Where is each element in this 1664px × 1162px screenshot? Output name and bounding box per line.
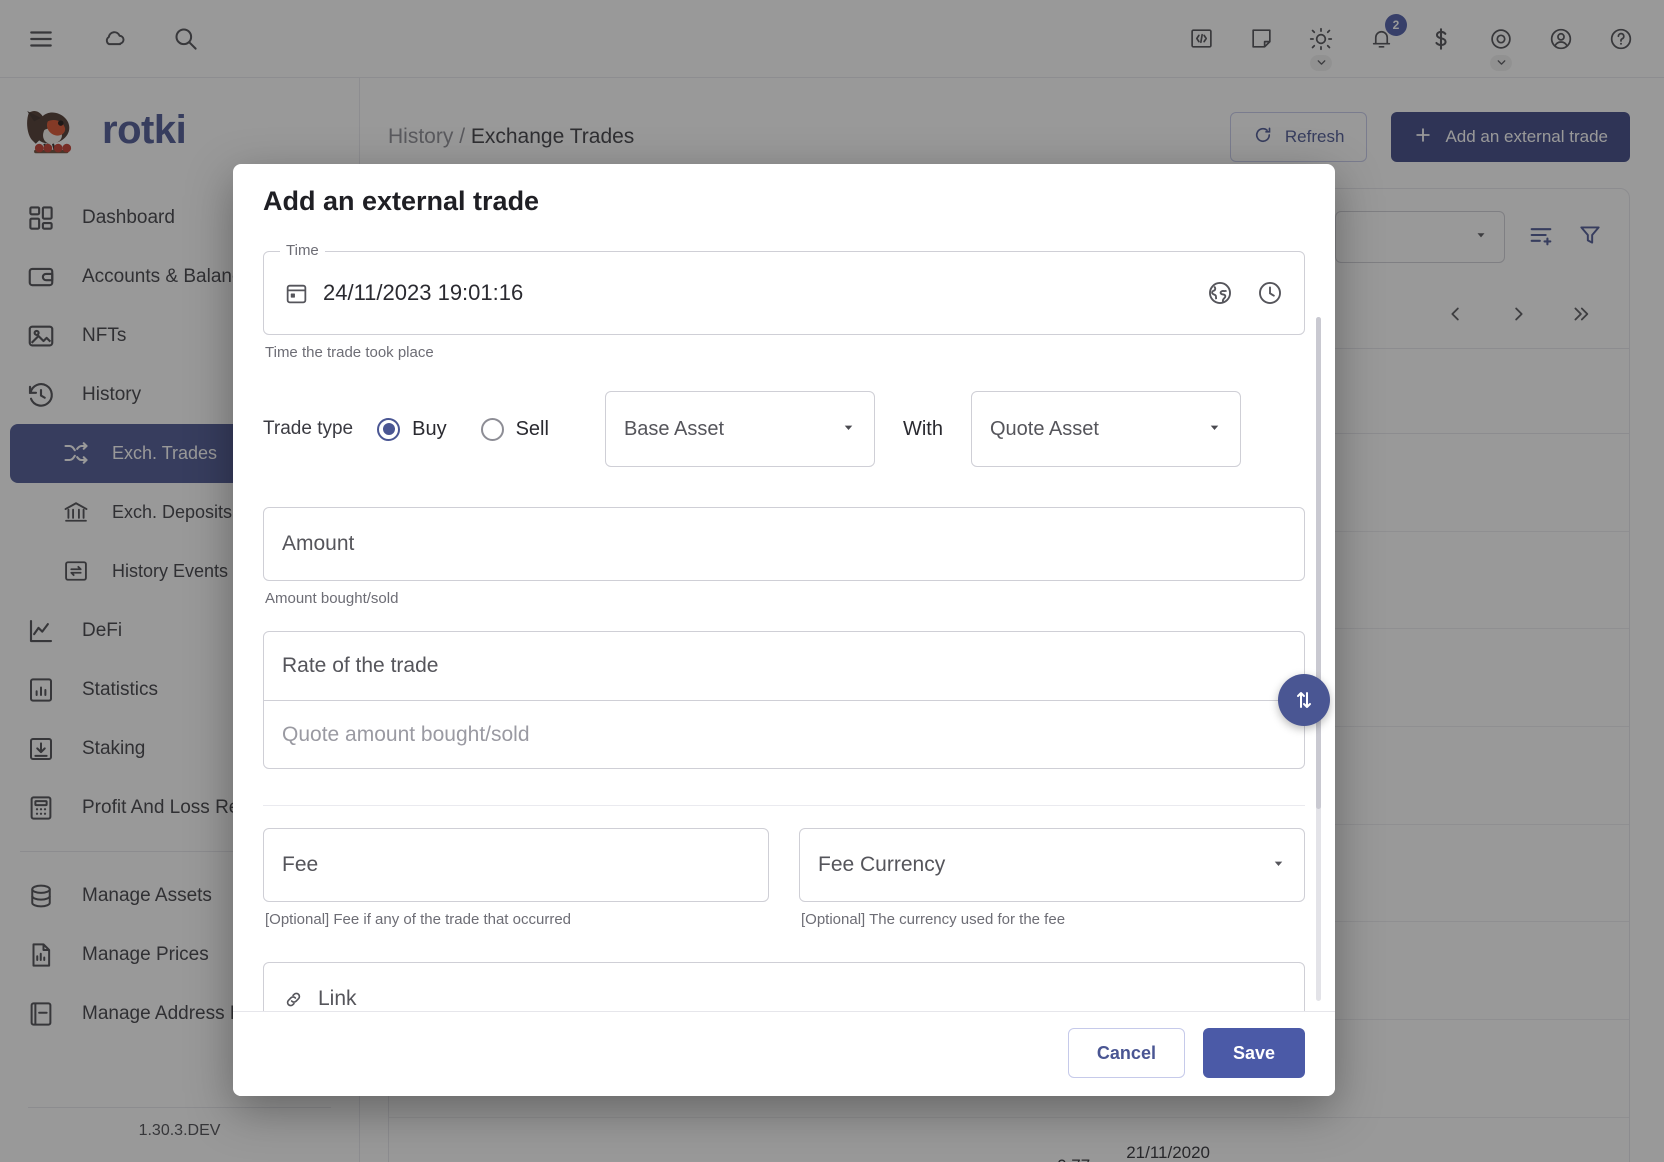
fee-column: Fee [Optional] Fee if any of the trade t… xyxy=(263,828,769,928)
rate-input[interactable]: Rate of the trade xyxy=(264,632,1304,700)
trade-type-row: Trade type Buy Sell Base Asset With Quot… xyxy=(263,391,1305,467)
time-field-label: Time xyxy=(280,242,325,259)
chevron-down-icon xyxy=(1271,853,1286,877)
time-field-actions xyxy=(1206,279,1284,307)
rate-placeholder: Rate of the trade xyxy=(282,654,439,677)
amount-placeholder: Amount xyxy=(282,532,355,555)
dialog-scrollbar[interactable] xyxy=(1316,317,1321,1001)
amount-hint: Amount bought/sold xyxy=(265,590,399,607)
fee-currency-placeholder: Fee Currency xyxy=(818,853,946,876)
fee-hint: [Optional] Fee if any of the trade that … xyxy=(265,911,572,928)
base-asset-select[interactable]: Base Asset xyxy=(604,391,875,467)
cancel-button[interactable]: Cancel xyxy=(1067,1028,1185,1078)
quote-asset-select[interactable]: Quote Asset xyxy=(970,391,1241,467)
buy-label: Buy xyxy=(412,417,447,440)
dialog-title: Add an external trade xyxy=(263,186,540,216)
dialog-body: Time 24/11/2023 19:01:16 Time the trade … xyxy=(233,225,1335,1011)
chevron-down-icon xyxy=(841,418,856,441)
fee-currency-column: Fee Currency [Optional] The currency use… xyxy=(799,828,1305,928)
calendar-icon xyxy=(284,281,309,306)
section-divider xyxy=(263,805,1305,806)
rate-quote-group: Rate of the trade Quote amount bought/so… xyxy=(263,631,1330,769)
save-button[interactable]: Save xyxy=(1202,1028,1305,1078)
fee-placeholder: Fee xyxy=(282,853,319,876)
quote-amount-input[interactable]: Quote amount bought/sold xyxy=(264,700,1304,768)
with-label: With xyxy=(902,417,943,440)
trade-type-sell-radio[interactable]: Sell xyxy=(480,417,549,441)
sell-label: Sell xyxy=(515,417,549,440)
quote-amount-placeholder: Quote amount bought/sold xyxy=(282,722,530,746)
link-icon xyxy=(282,988,305,1011)
trade-type-buy-radio[interactable]: Buy xyxy=(377,417,447,441)
app-root: 2 rotki Dashboard Accounts & Balanc NFTs… xyxy=(0,0,1664,1162)
fee-row: Fee [Optional] Fee if any of the trade t… xyxy=(263,828,1305,928)
fee-currency-hint: [Optional] The currency used for the fee xyxy=(801,911,1066,928)
radio-selected-icon xyxy=(377,417,401,441)
time-field[interactable]: Time 24/11/2023 19:01:16 xyxy=(263,242,1305,335)
radio-unselected-icon xyxy=(480,417,504,441)
time-value[interactable]: 24/11/2023 19:01:16 xyxy=(323,280,523,306)
add-external-trade-dialog: Add an external trade Time 24/11/2023 19… xyxy=(233,164,1335,1096)
fee-input[interactable]: Fee xyxy=(263,828,769,902)
quote-asset-placeholder: Quote Asset xyxy=(989,417,1099,440)
chevron-down-icon xyxy=(1207,418,1222,441)
time-field-hint: Time the trade took place xyxy=(265,344,434,361)
base-asset-placeholder: Base Asset xyxy=(623,417,725,440)
fee-currency-select[interactable]: Fee Currency xyxy=(799,828,1305,902)
link-input[interactable]: Link xyxy=(263,962,1305,1011)
globe-timezone-icon[interactable] xyxy=(1206,279,1234,307)
swap-vertical-icon[interactable] xyxy=(1278,674,1330,726)
clock-icon[interactable] xyxy=(1256,279,1284,307)
dialog-footer: Cancel Save xyxy=(233,1011,1335,1096)
link-placeholder: Link xyxy=(318,987,357,1010)
trade-type-label: Trade type xyxy=(263,418,354,439)
amount-input[interactable]: Amount xyxy=(263,507,1305,581)
